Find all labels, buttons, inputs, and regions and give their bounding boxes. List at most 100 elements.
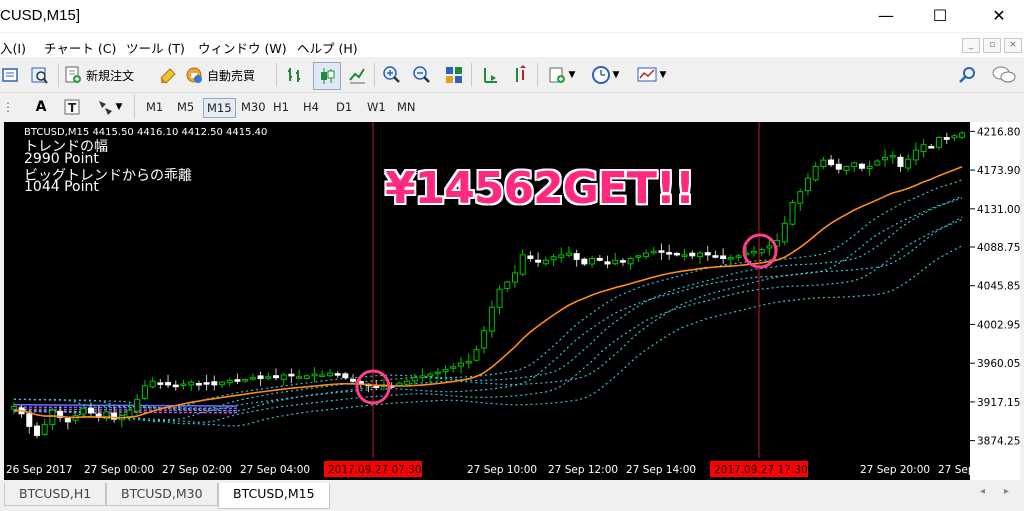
candle-body [612, 259, 619, 265]
chevron-down-icon: ▼ [115, 102, 123, 112]
candle-body [936, 137, 943, 148]
candle-body [812, 165, 819, 181]
menu-help[interactable]: ヘルプ (H) [297, 38, 358, 57]
candle-body [319, 374, 326, 377]
tab-btcusd-h1[interactable]: BTCUSD,H1 [4, 483, 107, 506]
indicators-icon [549, 67, 565, 83]
candle-body [681, 254, 688, 257]
candle-body [527, 255, 534, 260]
menu-window[interactable]: ウィンドウ (W) [198, 38, 287, 57]
auto-trading-button[interactable]: 自動売買 [184, 62, 270, 88]
candle-body [589, 258, 596, 265]
candle-body [635, 255, 642, 258]
candle-body [697, 252, 704, 257]
auto-scroll-icon[interactable] [508, 62, 532, 88]
zoom-in-icon[interactable] [380, 62, 404, 88]
toolbar-separator [134, 95, 135, 119]
market-watch-icon[interactable] [0, 62, 20, 88]
clock-icon [591, 66, 610, 84]
chevron-down-icon: ▼ [659, 70, 667, 80]
timeframe-m30[interactable]: M30 [238, 98, 269, 116]
chat-icon[interactable] [989, 62, 1019, 88]
tab-btcusd-m30[interactable]: BTCUSD,M30 [106, 483, 218, 506]
template-icon [637, 67, 657, 82]
candle-body [889, 155, 896, 158]
candle-body [712, 255, 719, 258]
line-chart-icon[interactable] [345, 62, 369, 88]
candle-body [234, 379, 241, 382]
timeframe-d1[interactable]: D1 [333, 98, 355, 116]
scroll-right-icon[interactable]: ▸ [1004, 486, 1009, 497]
text-label-icon[interactable]: T [60, 94, 84, 120]
menu-tools[interactable]: ツール (T) [126, 38, 185, 57]
mdi-close-icon[interactable]: × [1004, 38, 1022, 53]
new-order-button[interactable]: 新規注文 [63, 62, 149, 88]
x-tick-label: 26 Sep 2017 [6, 464, 73, 476]
candle-body [797, 191, 804, 204]
candle-body [727, 257, 734, 260]
data-window-icon[interactable] [27, 62, 51, 88]
y-tick-label: 4045.85 [977, 281, 1020, 293]
tile-windows-icon[interactable] [442, 62, 466, 88]
arrows-icon [98, 101, 112, 115]
toolbar-separator [276, 63, 277, 87]
timeframe-h1[interactable]: H1 [270, 98, 292, 116]
indicators-dropdown[interactable]: ▼ [543, 62, 579, 88]
candle-body [943, 137, 950, 140]
timeframe-h4[interactable]: H4 [300, 98, 322, 116]
candle-body [288, 373, 295, 377]
candle-body [951, 135, 958, 139]
candle-body [573, 253, 580, 260]
candle-body [249, 377, 256, 380]
menu-insert[interactable]: 入(I) [0, 38, 26, 57]
metaeditor-icon[interactable] [156, 62, 180, 88]
minimize-button[interactable]: — [863, 0, 909, 32]
candle-body [565, 252, 572, 256]
text-tool-icon[interactable]: A [30, 94, 52, 120]
chart-shift-icon[interactable] [478, 62, 502, 88]
auto-trading-icon [186, 67, 202, 83]
cursor-icon[interactable]: ⋮ [0, 94, 16, 120]
toolbar-separator [374, 63, 375, 87]
timeframe-mn[interactable]: MN [394, 98, 419, 116]
candle-body [781, 222, 788, 243]
candle-body [789, 202, 796, 225]
scroll-left-icon[interactable]: ◂ [980, 486, 985, 497]
search-icon[interactable] [956, 62, 978, 88]
candle-body [874, 160, 881, 166]
timeframe-w1[interactable]: W1 [364, 98, 389, 116]
maximize-button[interactable]: ☐ [917, 0, 963, 32]
mdi-restore-icon[interactable]: ▫ [983, 38, 1001, 53]
templates-dropdown[interactable]: ▼ [632, 62, 670, 88]
timeframe-m15[interactable]: M15 [203, 98, 236, 118]
candle-body [64, 418, 71, 423]
candle-body [450, 366, 457, 369]
menu-chart[interactable]: チャート (C) [44, 38, 116, 57]
zoom-out-icon[interactable] [410, 62, 434, 88]
candle-body [858, 163, 865, 169]
candle-body [465, 360, 472, 364]
candle-body [535, 259, 542, 263]
x-tick-label: 27 Sep 10:00 [467, 464, 537, 476]
candle-body [334, 373, 341, 376]
candlestick-chart-icon[interactable] [313, 62, 341, 90]
candle-body [342, 373, 349, 379]
candle-body [720, 255, 727, 260]
candle-body [581, 258, 588, 265]
tab-btcusd-m15[interactable]: BTCUSD,M15 [218, 483, 330, 509]
mdi-minimize-icon[interactable]: _ [962, 38, 980, 53]
bar-chart-icon[interactable] [283, 62, 307, 88]
periods-dropdown[interactable]: ▼ [587, 62, 623, 88]
arrows-dropdown[interactable]: ▼ [92, 94, 126, 120]
timeframe-m5[interactable]: M5 [174, 98, 197, 116]
candle-body [149, 380, 156, 388]
candle-body [219, 381, 226, 386]
candle-body [242, 378, 249, 382]
candle-body [504, 281, 511, 289]
candle-body [265, 376, 272, 379]
candle-body [542, 259, 549, 265]
candle-body [373, 385, 380, 388]
candle-body [835, 163, 842, 170]
timeframe-m1[interactable]: M1 [143, 98, 166, 116]
close-button[interactable]: ✕ [976, 0, 1022, 32]
